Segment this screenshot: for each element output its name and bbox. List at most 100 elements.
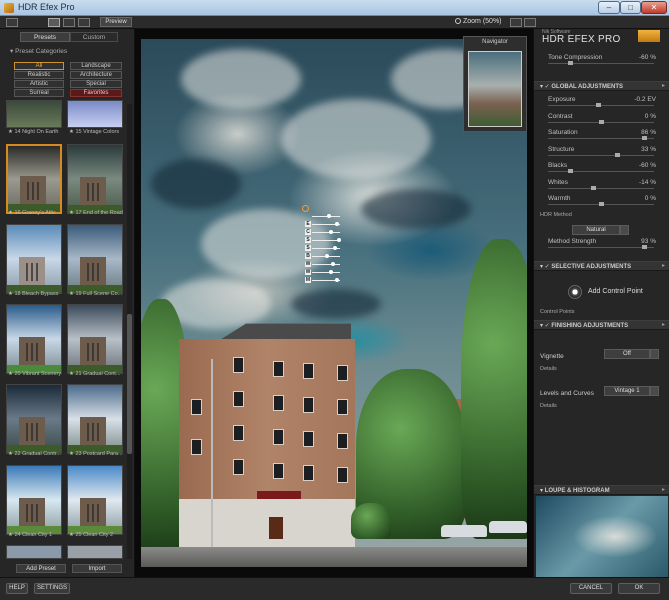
background-color-icon[interactable] <box>510 18 522 27</box>
levels-details-toggle[interactable]: Details <box>540 403 557 409</box>
preset-thumbnail[interactable] <box>6 384 62 454</box>
control-point-contrast-slider[interactable]: C <box>305 229 343 235</box>
levels-curves-dropdown[interactable]: Vintage 1 <box>604 386 659 396</box>
close-button[interactable]: ✕ <box>641 1 667 14</box>
control-point[interactable]: E C S S B W W M <box>302 205 352 285</box>
minimize-button[interactable]: – <box>598 1 620 14</box>
tab-presets[interactable]: Presets <box>20 32 70 42</box>
add-control-point-icon[interactable] <box>568 285 582 299</box>
navigator-panel[interactable]: Navigator <box>463 36 527 132</box>
slider-knob[interactable] <box>568 169 574 173</box>
slider-knob[interactable] <box>591 185 597 190</box>
preview-button[interactable]: Preview <box>100 17 132 27</box>
panel-toggle-icon[interactable] <box>6 18 18 27</box>
adjustment-row-whites[interactable]: Whites -14 % <box>534 178 669 193</box>
selective-adjustments-header[interactable]: ▾ ✓ SELECTIVE ADJUSTMENTS ▸ <box>534 261 669 271</box>
slider-knob[interactable] <box>614 152 620 157</box>
maximize-button[interactable]: □ <box>620 1 641 14</box>
preset-thumbnail[interactable] <box>6 224 62 294</box>
slider-track[interactable] <box>548 63 654 64</box>
slider-track[interactable] <box>548 187 654 189</box>
slider-knob[interactable] <box>641 136 647 140</box>
settings-button[interactable]: SETTINGS <box>34 583 70 594</box>
category-special[interactable]: Special <box>70 80 122 88</box>
help-button[interactable]: HELP <box>6 583 28 594</box>
method-strength-row[interactable]: Method Strength 93 % <box>534 237 669 252</box>
adjustment-row-contrast[interactable]: Contrast 0 % <box>534 112 669 127</box>
dropdown-arrow-icon[interactable] <box>650 386 659 396</box>
control-point-saturation-slider[interactable]: S <box>305 237 343 243</box>
tone-compression-row[interactable]: Tone Compression -60 % <box>534 53 669 68</box>
preset-thumbnail[interactable] <box>67 384 123 454</box>
control-point-method-slider[interactable]: M <box>305 277 343 283</box>
control-point-whites-slider[interactable]: W <box>305 261 343 267</box>
slider-track[interactable] <box>548 171 654 172</box>
category-realistic[interactable]: Realistic <box>14 71 64 79</box>
adjustments-panel: Nik Software HDR EFEX PRO Tone Compressi… <box>533 29 669 577</box>
presets-scrollbar[interactable] <box>127 104 132 559</box>
global-adjustments-header[interactable]: ▾ ✓ GLOBAL ADJUSTMENTS ▸ <box>534 81 669 91</box>
preset-thumbnail[interactable] <box>67 545 123 559</box>
preset-thumbnail[interactable] <box>6 100 62 128</box>
preset-thumbnail[interactable] <box>6 545 62 559</box>
add-preset-button[interactable]: Add Preset <box>16 564 66 573</box>
control-point-size-slider[interactable] <box>305 213 343 219</box>
zoom-control[interactable]: Zoom (50%) <box>455 18 502 25</box>
category-artistic[interactable]: Artistic <box>14 80 64 88</box>
presets-scrollbar-thumb[interactable] <box>127 314 132 454</box>
category-architecture[interactable]: Architecture <box>70 71 122 79</box>
vignette-details-toggle[interactable]: Details <box>540 366 557 372</box>
slider-track[interactable] <box>548 138 654 139</box>
control-point-handle[interactable] <box>302 205 309 212</box>
split-view-icon[interactable] <box>63 18 75 27</box>
category-landscape[interactable]: Landscape <box>70 62 122 70</box>
control-point-warmth-slider[interactable]: W <box>305 269 343 275</box>
category-surreal[interactable]: Surreal <box>14 89 64 97</box>
control-point-blacks-slider[interactable]: B <box>305 253 343 259</box>
category-all[interactable]: All <box>14 62 64 70</box>
slider-knob[interactable] <box>598 119 604 124</box>
preset-thumbnail[interactable] <box>67 304 123 374</box>
adjustment-row-saturation[interactable]: Saturation 86 % <box>534 128 669 143</box>
tab-custom[interactable]: Custom <box>70 32 118 42</box>
side-by-side-view-icon[interactable] <box>78 18 90 27</box>
control-points-toggle[interactable]: Control Points <box>540 309 575 315</box>
dropdown-arrow-icon[interactable] <box>620 225 629 235</box>
loupe-histogram-header[interactable]: ▾ LOUPE & HISTOGRAM ▸ <box>534 485 669 495</box>
slider-knob[interactable] <box>598 202 604 206</box>
preset-thumbnail[interactable] <box>67 465 123 535</box>
adjustment-row-blacks[interactable]: Blacks -60 % <box>534 161 669 176</box>
section-menu-icon[interactable]: ▸ <box>662 321 665 328</box>
section-menu-icon[interactable]: ▸ <box>662 262 665 269</box>
slider-knob[interactable] <box>568 61 574 65</box>
adjustment-row-exposure[interactable]: Exposure -0.2 EV <box>534 95 669 110</box>
slider-knob[interactable] <box>641 245 647 249</box>
slider-knob[interactable] <box>596 103 602 107</box>
single-view-icon[interactable] <box>48 18 60 27</box>
category-favorites[interactable]: Favorites <box>70 89 122 97</box>
dropdown-arrow-icon[interactable] <box>650 349 659 359</box>
slider-track[interactable] <box>548 247 654 248</box>
navigator-preview[interactable] <box>468 51 522 127</box>
control-point-exposure-slider[interactable]: E <box>305 221 343 227</box>
adjustment-row-warmth[interactable]: Warmth 0 % <box>534 194 669 209</box>
section-menu-icon[interactable]: ▸ <box>662 82 665 89</box>
control-point-structure-slider[interactable]: S <box>305 245 343 251</box>
preset-thumbnail[interactable] <box>6 465 62 535</box>
finishing-adjustments-header[interactable]: ▾ ✓ FINISHING ADJUSTMENTS ▸ <box>534 320 669 330</box>
preset-thumbnail-selected[interactable] <box>6 144 62 214</box>
slider-track[interactable] <box>548 154 654 156</box>
section-menu-icon[interactable]: ▸ <box>662 486 665 493</box>
preset-thumbnail[interactable] <box>67 144 123 214</box>
add-control-point-button[interactable]: Add Control Point <box>588 288 643 295</box>
preset-thumbnail[interactable] <box>67 224 123 294</box>
adjustment-row-structure[interactable]: Structure 33 % <box>534 145 669 160</box>
cancel-button[interactable]: CANCEL <box>570 583 612 594</box>
hdr-method-dropdown[interactable]: Natural <box>572 225 629 235</box>
import-button[interactable]: Import <box>72 564 122 573</box>
ok-button[interactable]: OK <box>618 583 660 594</box>
vignette-dropdown[interactable]: Off <box>604 349 659 359</box>
preset-thumbnail[interactable] <box>6 304 62 374</box>
preset-thumbnail[interactable] <box>67 100 123 128</box>
fullscreen-icon[interactable] <box>524 18 536 27</box>
